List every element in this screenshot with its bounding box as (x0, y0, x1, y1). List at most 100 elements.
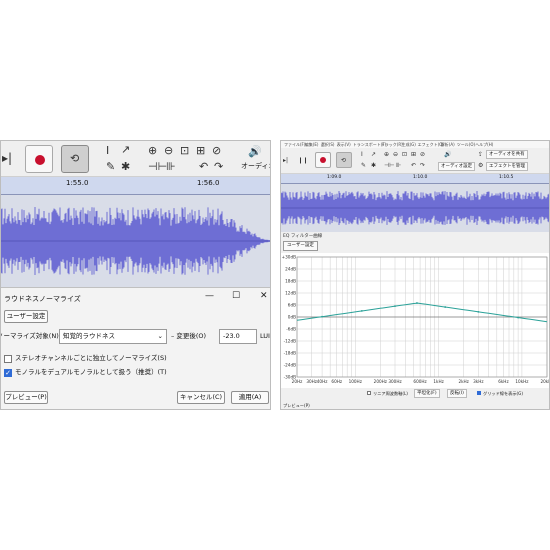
zoom-in-icon[interactable]: ⊕ (384, 151, 389, 158)
zoom-toggle-icon[interactable]: ⊘ (420, 151, 425, 158)
timeline-tick-label: 1:10.0 (413, 175, 428, 180)
menu-bar: ファイル(F) 編集(E) 選択(S) 表示(V) トランスポート(T) トラック(R) 生… (281, 141, 549, 148)
right-screenshot-panel: ファイル(F) 編集(E) 選択(S) 表示(V) トランスポート(T) トラック(R) 生… (280, 140, 550, 410)
undo-icon[interactable]: ↶ (199, 161, 208, 173)
linear-freq-checkbox[interactable] (367, 391, 371, 395)
dialog-title: ラウドネスノーマライズ (4, 295, 81, 303)
envelope-tool-icon[interactable]: ↗ (121, 144, 130, 156)
loop-button[interactable]: ⟲ (61, 145, 89, 173)
zoom-out-icon[interactable]: ⊖ (164, 145, 173, 157)
y-axis-label: 24dB (285, 267, 296, 272)
eq-control-point (416, 302, 418, 304)
draw-tool-icon[interactable]: ✎ (361, 162, 366, 169)
record-icon (35, 155, 45, 165)
share-audio-button[interactable]: オーディオを共有 (486, 150, 528, 159)
change-label: – 変更後(O) (171, 332, 207, 340)
audio-setup-button[interactable]: オーディオ設定 (438, 162, 476, 171)
target-loudness-input[interactable]: -23.0 (219, 329, 257, 344)
skip-to-end-icon[interactable]: ▸| (283, 157, 288, 164)
minimize-icon[interactable]: — (205, 291, 214, 301)
timeline-tick-label: 1:10.5 (499, 175, 514, 180)
cancel-button[interactable]: キャンセル(C) (177, 391, 225, 404)
timeline-tick-label: 1:09.0 (327, 175, 342, 180)
trim-icon[interactable]: ⊣⊢ (384, 162, 394, 169)
apply-button[interactable]: 適用(A) (231, 391, 269, 404)
silence-icon[interactable]: ⊪ (166, 161, 176, 173)
eq-control-point (360, 310, 363, 312)
fit-project-icon[interactable]: ⊞ (196, 145, 205, 157)
transport-toolbar: ▸| ⟲ I ↗ ✎ ✱ ⊕ ⊖ ⊡ ⊞ ⊘ ⊣⊢ ⊪ ↶ ↷ 🔊 オーディオ設 (1, 141, 270, 177)
x-axis-label: 300Hz (388, 379, 402, 384)
x-axis-label: 600Hz (413, 379, 427, 384)
pause-icon[interactable]: ❙❙ (298, 157, 308, 164)
eq-control-point (444, 306, 447, 308)
envelope-tool-icon[interactable]: ↗ (371, 151, 376, 158)
stereo-independent-label: ステレオチャンネルごとに独立してノーマライズ(S) (15, 354, 167, 362)
loop-icon: ⟲ (341, 157, 347, 164)
redo-icon[interactable]: ↷ (420, 162, 425, 169)
loop-button[interactable]: ⟲ (336, 152, 352, 168)
multi-tool-icon[interactable]: ✱ (371, 162, 376, 169)
eq-options-bar: リニア周波数軸(L) 平坦化(F) 反転(I) グリッド線を表示(G) プレビュ… (281, 388, 549, 409)
silence-icon[interactable]: ⊪ (396, 162, 401, 169)
eq-control-point (321, 315, 323, 318)
audio-setup-label[interactable]: オーディオ設 (241, 162, 270, 171)
record-button[interactable] (315, 152, 331, 168)
audio-track-waveform[interactable] (281, 184, 549, 232)
preview-button[interactable]: プレビュー(P) (283, 403, 310, 409)
eq-control-point (517, 316, 520, 319)
effects-icon[interactable]: ⚙ (478, 162, 483, 169)
x-axis-label: 20kHz (540, 379, 550, 384)
multi-tool-icon[interactable]: ✱ (121, 161, 130, 173)
y-axis-label: 18dB (285, 279, 296, 284)
fit-selection-icon[interactable]: ⊡ (402, 151, 407, 158)
speaker-icon[interactable]: 🔊 (248, 146, 262, 158)
record-icon (320, 157, 326, 163)
speaker-icon[interactable]: 🔊 (444, 151, 451, 158)
loop-icon: ⟲ (70, 152, 80, 165)
trim-icon[interactable]: ⊣⊢ (148, 161, 167, 173)
invert-button[interactable]: 反転(I) (447, 389, 467, 398)
zoom-out-icon[interactable]: ⊖ (393, 151, 398, 158)
timeline-ruler[interactable]: 1:09.0 1:10.0 1:10.5 (281, 174, 549, 184)
mono-as-dual-checkbox[interactable]: ✓ (4, 369, 12, 377)
x-axis-label: 6kHz (498, 379, 509, 384)
eq-curve (296, 302, 548, 323)
loudness-normalization-dialog: ラウドネスノーマライズ — ☐ ✕ ユーザー設定 ノーマライズ対象(N) 知覚的… (1, 287, 270, 409)
selection-tool-icon[interactable]: I (106, 145, 109, 157)
fit-selection-icon[interactable]: ⊡ (180, 145, 189, 157)
draw-tool-icon[interactable]: ✎ (106, 161, 115, 173)
grid-checkbox[interactable] (477, 391, 481, 395)
preview-button[interactable]: プレビュー(P) (4, 391, 48, 404)
share-icon[interactable]: ⇪ (478, 151, 483, 158)
close-icon[interactable]: ✕ (260, 291, 268, 301)
maximize-icon[interactable]: ☐ (232, 291, 240, 301)
eq-graph: +30dB 24dB 18dB 12dB 6dB 0dB -6dB -12dB -18dB -24… (282, 255, 550, 385)
record-button[interactable] (25, 145, 53, 173)
normalize-target-select[interactable]: 知覚的ラウドネス ⌄ (59, 329, 167, 344)
skip-to-end-icon[interactable]: ▸| (2, 152, 12, 164)
timeline-ruler[interactable]: 1:55.0 1:56.0 (1, 177, 270, 195)
x-axis-label: 40Hz (317, 379, 328, 384)
flatten-button[interactable]: 平坦化(F) (414, 389, 440, 398)
fit-project-icon[interactable]: ⊞ (411, 151, 416, 158)
redo-icon[interactable]: ↷ (214, 161, 223, 173)
y-axis-label: +30dB (282, 255, 296, 260)
linear-freq-label: リニア周波数軸(L) (373, 391, 408, 396)
y-axis-label: -18dB (284, 351, 296, 356)
stereo-independent-checkbox[interactable] (4, 355, 12, 363)
chevron-down-icon: ⌄ (157, 332, 163, 340)
preset-button[interactable]: ユーザー設定 (283, 241, 318, 251)
audio-track-waveform[interactable] (1, 195, 270, 287)
preset-button[interactable]: ユーザー設定 (4, 310, 48, 323)
selection-tool-icon[interactable]: I (361, 151, 363, 158)
eq-curve-plot[interactable]: +30dB 24dB 18dB 12dB 6dB 0dB -6dB -12dB -18dB -24… (281, 253, 550, 397)
zoom-in-icon[interactable]: ⊕ (148, 145, 157, 157)
eq-control-point (394, 305, 396, 308)
x-axis-label: 60Hz (331, 379, 342, 384)
eq-title: EQ フィルター曲線 (283, 234, 323, 239)
zoom-toggle-icon[interactable]: ⊘ (212, 145, 221, 157)
manage-effects-button[interactable]: エフェクトを管理 (486, 162, 528, 171)
undo-icon[interactable]: ↶ (411, 162, 416, 169)
y-axis-label: -24dB (284, 363, 296, 368)
